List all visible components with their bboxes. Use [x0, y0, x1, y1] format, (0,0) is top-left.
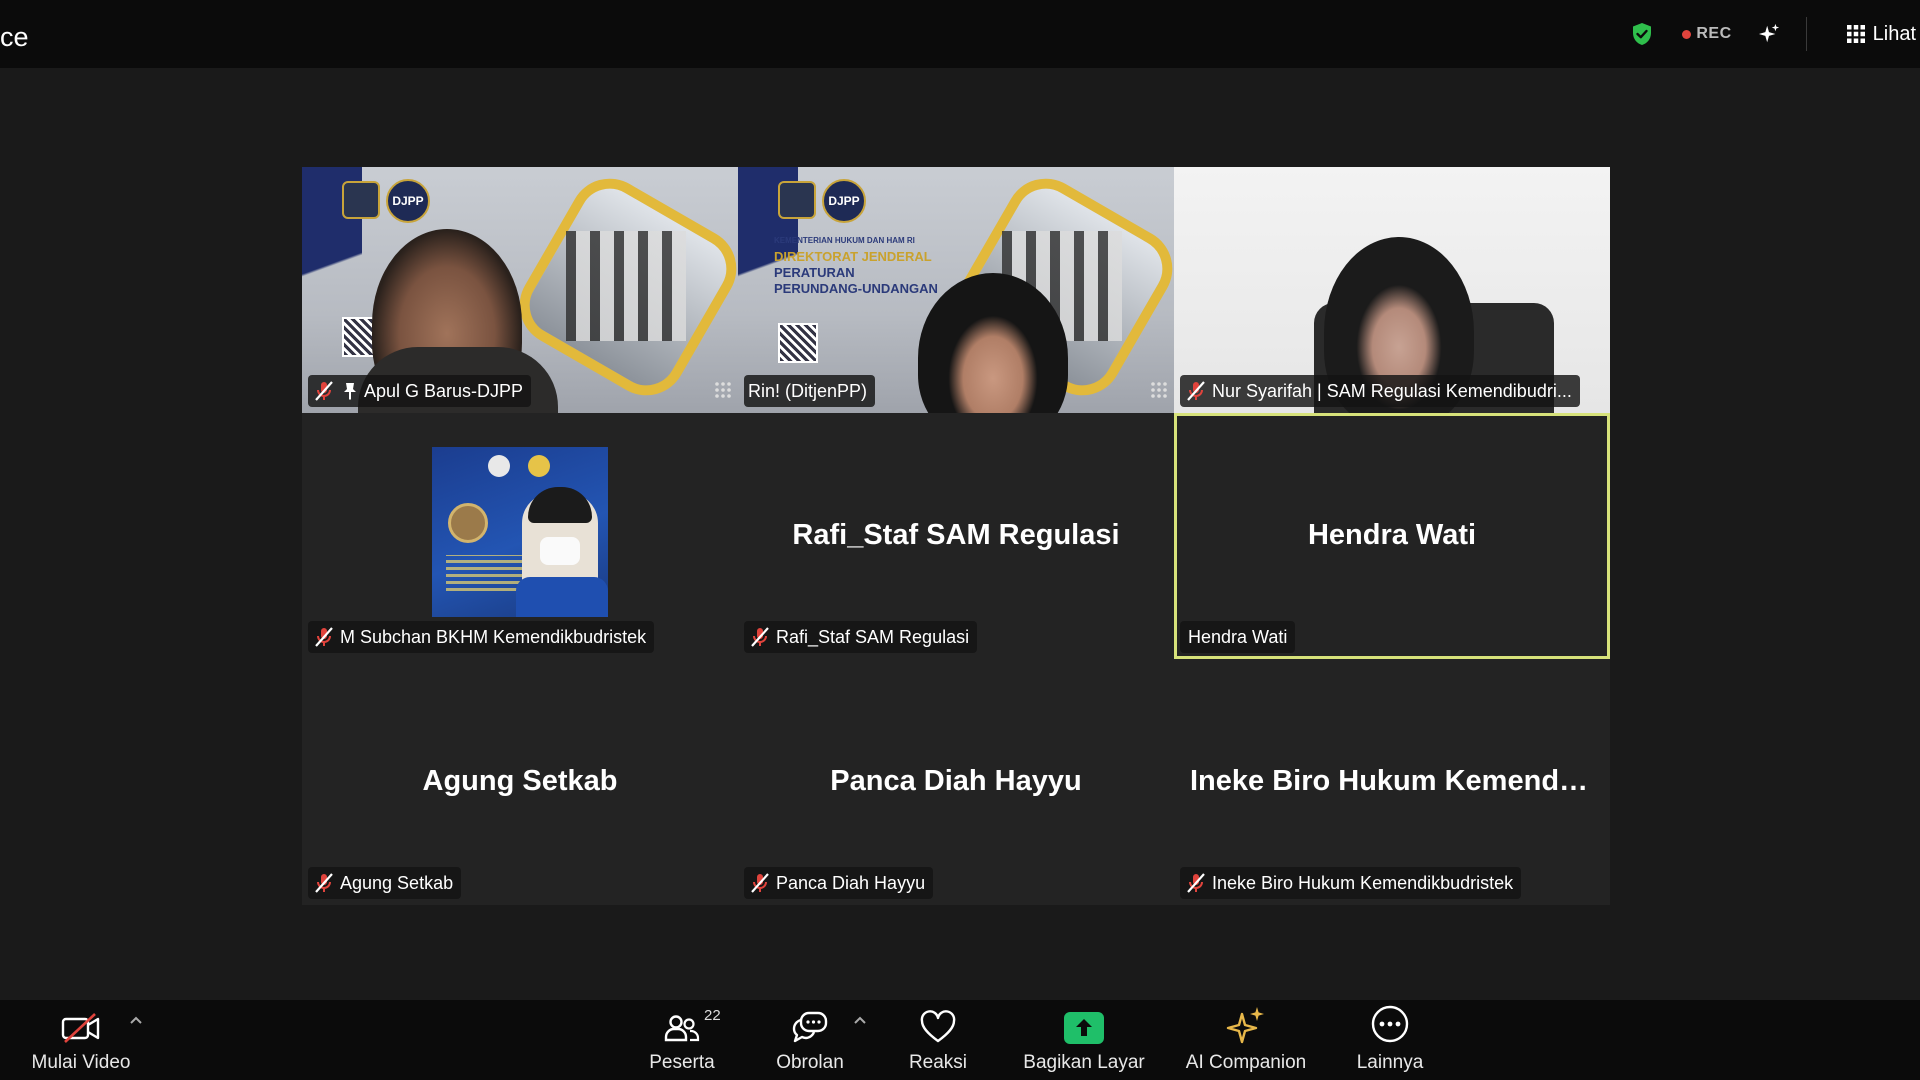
- mic-muted-icon: [1187, 381, 1205, 401]
- drag-handle-icon[interactable]: [1150, 381, 1168, 399]
- ai-sparkle-icon[interactable]: [1758, 23, 1780, 45]
- participant-tile[interactable]: DJPP KEMENTERIAN HUKUM DAN HAM RI DIREKT…: [738, 167, 1174, 413]
- more-label: Lainnya: [1356, 1052, 1424, 1073]
- participant-name: M Subchan BKHM Kemendikbudristek: [340, 626, 647, 647]
- ministry-logo-icon: [342, 181, 380, 219]
- mic-muted-icon: [751, 873, 769, 893]
- participant-display-name: Ineke Biro Hukum Kemendikb...: [1190, 765, 1610, 797]
- start-video-button[interactable]: Mulai Video: [28, 1000, 134, 1080]
- mic-muted-icon: [751, 627, 769, 647]
- djpp-logo: DJPP: [386, 179, 430, 223]
- recording-dot-icon: [1682, 29, 1692, 39]
- more-button[interactable]: Lainnya: [1340, 1000, 1440, 1080]
- recording-indicator[interactable]: REC: [1682, 25, 1731, 43]
- participant-count: 22: [704, 1007, 721, 1024]
- heart-icon: [920, 1010, 956, 1043]
- participant-gallery: DJPP Apul G Barus-DJPP DJPP KEMENTERIAN …: [302, 167, 1610, 905]
- mic-muted-icon: [1187, 873, 1205, 893]
- window-title: ce: [0, 22, 29, 52]
- participants-label: Peserta: [649, 1052, 715, 1073]
- reactions-button[interactable]: Reaksi: [888, 1000, 988, 1080]
- share-screen-button[interactable]: Bagikan Layar: [1016, 1000, 1152, 1080]
- profile-picture: [432, 447, 608, 617]
- top-divider: [1805, 17, 1807, 51]
- participant-name-tag: M Subchan BKHM Kemendikbudristek: [308, 621, 655, 653]
- participant-name: Panca Diah Hayyu: [776, 872, 926, 893]
- encryption-shield-icon[interactable]: [1630, 22, 1654, 46]
- participant-tile[interactable]: Agung Setkab Agung Setkab: [302, 659, 738, 905]
- qr-code-icon: [778, 323, 818, 363]
- reactions-label: Reaksi: [908, 1052, 968, 1073]
- participant-name: Hendra Wati: [1188, 626, 1288, 647]
- mic-muted-icon: [315, 873, 333, 893]
- participant-display-name: Panca Diah Hayyu: [830, 765, 1082, 797]
- pin-icon: [344, 383, 356, 400]
- participant-name-tag: Rafi_Staf SAM Regulasi: [744, 621, 978, 653]
- participant-tile[interactable]: M Subchan BKHM Kemendikbudristek: [302, 413, 738, 659]
- slide-text: KEMENTERIAN HUKUM DAN HAM RI DIREKTORAT …: [774, 236, 938, 296]
- participant-name: Agung Setkab: [340, 872, 454, 893]
- share-screen-icon: [1064, 1012, 1104, 1044]
- participant-name: Ineke Biro Hukum Kemendikbudristek: [1212, 872, 1514, 893]
- participant-tile-active-speaker[interactable]: Hendra Wati Hendra Wati: [1174, 413, 1610, 659]
- chevron-up-icon[interactable]: [852, 1014, 868, 1026]
- participant-name-tag: Ineke Biro Hukum Kemendikbudristek: [1180, 867, 1522, 899]
- participant-display-name: Agung Setkab: [422, 765, 618, 797]
- participant-display-name: Rafi_Staf SAM Regulasi: [792, 519, 1120, 551]
- top-right-controls: REC Lihat: [1630, 0, 1920, 68]
- participant-tile[interactable]: Rafi_Staf SAM Regulasi Rafi_Staf SAM Reg…: [738, 413, 1174, 659]
- view-button[interactable]: Lihat: [1846, 22, 1916, 46]
- participant-name-tag: Rin! (DitjenPP): [744, 375, 876, 407]
- mic-muted-icon: [315, 381, 333, 401]
- participant-name-tag: Agung Setkab: [308, 867, 462, 899]
- view-label: Lihat: [1872, 22, 1916, 45]
- chat-label: Obrolan: [776, 1052, 844, 1073]
- participant-name: Rafi_Staf SAM Regulasi: [776, 626, 970, 647]
- participant-name-tag: Apul G Barus-DJPP: [308, 375, 532, 407]
- participant-name: Nur Syarifah | SAM Regulasi Kemendibudri…: [1212, 380, 1572, 401]
- participant-tile[interactable]: Nur Syarifah | SAM Regulasi Kemendibudri…: [1174, 167, 1610, 413]
- chat-icon: [792, 1011, 828, 1043]
- participant-display-name: Hendra Wati: [1307, 519, 1477, 551]
- drag-handle-icon[interactable]: [714, 381, 732, 399]
- ministry-logo-icon: [778, 181, 816, 219]
- meeting-controls-toolbar: Mulai Video Peserta 22 Obrolan Reaksi Ba…: [0, 1000, 1920, 1080]
- participant-name-tag: Nur Syarifah | SAM Regulasi Kemendibudri…: [1180, 375, 1580, 407]
- ai-companion-label: AI Companion: [1185, 1052, 1307, 1073]
- grid-view-icon: [1846, 25, 1865, 43]
- more-icon: [1371, 1005, 1409, 1043]
- participants-icon: [664, 1015, 700, 1042]
- ai-companion-button[interactable]: AI Companion: [1176, 1000, 1316, 1080]
- share-screen-label: Bagikan Layar: [1023, 1052, 1145, 1073]
- participant-name: Rin! (DitjenPP): [748, 380, 868, 401]
- start-video-label: Mulai Video: [31, 1052, 131, 1073]
- video-off-icon: [61, 1013, 100, 1043]
- mic-muted-icon: [315, 627, 333, 647]
- participant-tile[interactable]: Ineke Biro Hukum Kemendikb... Ineke Biro…: [1174, 659, 1610, 905]
- ai-sparkle-icon: [1226, 1007, 1264, 1044]
- participant-name: Apul G Barus-DJPP: [364, 380, 524, 401]
- participant-name-tag: Panca Diah Hayyu: [744, 867, 934, 899]
- participant-name-tag: Hendra Wati: [1180, 621, 1296, 653]
- meeting-top-bar: ce REC Lihat: [0, 0, 1920, 68]
- participant-tile[interactable]: DJPP Apul G Barus-DJPP: [302, 167, 738, 413]
- chevron-up-icon[interactable]: [128, 1014, 144, 1026]
- recording-label: REC: [1696, 25, 1732, 42]
- participant-tile[interactable]: Panca Diah Hayyu Panca Diah Hayyu: [738, 659, 1174, 905]
- chat-button[interactable]: Obrolan: [760, 1000, 860, 1080]
- djpp-logo: DJPP: [822, 179, 866, 223]
